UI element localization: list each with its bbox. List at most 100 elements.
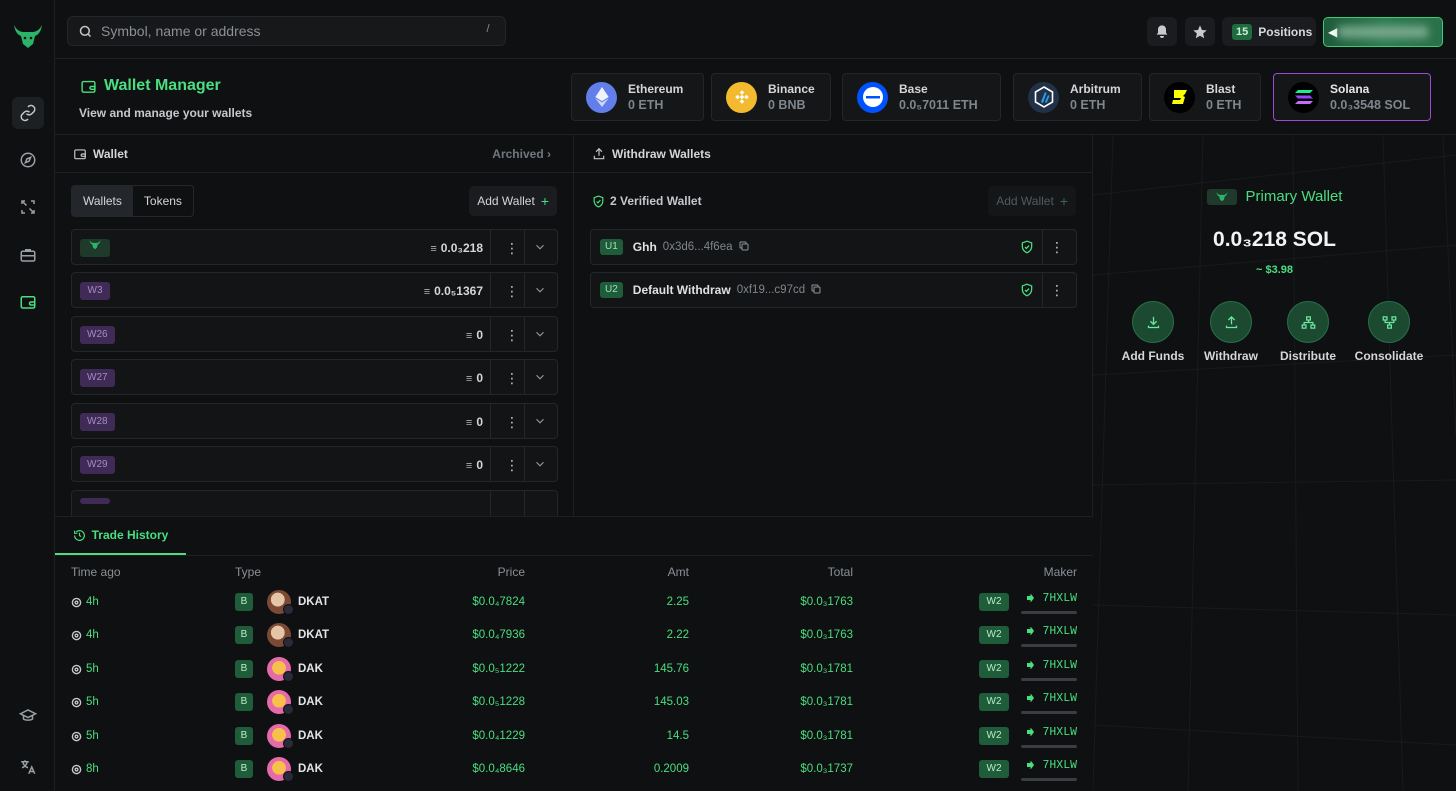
wallet-row[interactable]: ≡ 0.0₃218 ⋮ xyxy=(71,229,558,265)
more-menu-icon[interactable]: ⋮ xyxy=(505,240,519,257)
maker-address[interactable]: 7HXLW xyxy=(1021,625,1077,638)
sidebar-item-discover[interactable] xyxy=(12,144,44,176)
maker-wallet-badge: W2 xyxy=(979,626,1009,644)
chevron-down-icon[interactable] xyxy=(533,283,547,300)
favorites-button[interactable] xyxy=(1185,17,1215,46)
wallet-badge-primary xyxy=(80,239,110,257)
token-name[interactable]: DAK xyxy=(298,763,323,775)
wallet-row-partial[interactable] xyxy=(71,490,558,517)
page-subtitle: View and manage your wallets xyxy=(79,106,253,120)
copy-icon[interactable] xyxy=(738,240,750,255)
maker-address[interactable]: 7HXLW xyxy=(1021,759,1077,772)
trade-time: 5h xyxy=(71,663,99,675)
solana-icon xyxy=(1288,81,1319,113)
maker-address[interactable]: 7HXLW xyxy=(1021,726,1077,739)
table-row[interactable]: 5h B DAK $0.0₅1222 145.76 $0.0₃1781 W2 7… xyxy=(55,654,1093,688)
notifications-button[interactable] xyxy=(1147,17,1177,46)
divider xyxy=(524,230,525,264)
divider xyxy=(490,273,491,307)
more-menu-icon[interactable]: ⋮ xyxy=(1050,239,1064,256)
more-menu-icon[interactable]: ⋮ xyxy=(505,457,519,474)
table-row[interactable]: 5h B DAK $0.0₅1228 145.03 $0.0₃1781 W2 7… xyxy=(55,687,1093,721)
wallet-tabs: Wallets Tokens xyxy=(71,185,194,217)
chain-ethereum[interactable]: Ethereum 0 ETH xyxy=(571,73,704,121)
token-name[interactable]: DAK xyxy=(298,696,323,708)
chevron-down-icon[interactable] xyxy=(533,370,547,387)
wallet-row[interactable]: W28 ≡ 0 ⋮ xyxy=(71,403,558,439)
base-icon xyxy=(857,81,888,113)
table-row[interactable]: 4h B DKAT $0.0₄7936 2.22 $0.0₃1763 W2 7H… xyxy=(55,620,1093,654)
table-row[interactable]: 4h B DKAT $0.0₄7824 2.25 $0.0₃1763 W2 7H… xyxy=(55,587,1093,621)
wallet-row[interactable]: W27 ≡ 0 ⋮ xyxy=(71,359,558,395)
add-wallet-button[interactable]: Add Wallet + xyxy=(469,186,557,216)
maker-bar xyxy=(1021,611,1077,614)
distribute-button[interactable]: Distribute xyxy=(1266,301,1350,363)
clock-at-icon xyxy=(71,764,82,774)
chevron-down-icon[interactable] xyxy=(533,327,547,344)
copy-icon[interactable] xyxy=(810,283,822,298)
add-withdraw-wallet-button[interactable]: Add Wallet + xyxy=(988,186,1076,216)
table-row[interactable]: 5h B DAK $0.0₄1229 14.5 $0.0₃1781 W2 7HX… xyxy=(55,721,1093,755)
consolidate-button[interactable]: Consolidate xyxy=(1347,301,1431,363)
maker-address[interactable]: 7HXLW xyxy=(1021,692,1077,705)
search-box[interactable]: / xyxy=(67,16,506,46)
maker-address[interactable]: 7HXLW xyxy=(1021,659,1077,672)
trade-price: $0.0₄7936 xyxy=(472,629,525,641)
withdraw-wallet-row[interactable]: U2 Default Withdraw 0xf19...c97cd ⋮ xyxy=(590,272,1077,308)
sidebar-item-portfolio[interactable] xyxy=(12,239,44,271)
positions-button[interactable]: 15 Positions xyxy=(1222,17,1316,46)
sidebar-item-language[interactable] xyxy=(12,751,44,783)
trade-type-badge: B xyxy=(235,760,253,778)
trade-price: $0.0₅1228 xyxy=(472,696,525,708)
sidebar-item-wallet[interactable] xyxy=(12,286,44,318)
withdraw-panel-header: Withdraw Wallets xyxy=(574,135,1092,173)
sidebar-item-learn[interactable] xyxy=(12,700,44,732)
column-header-type: Type xyxy=(235,565,262,579)
graduation-cap-icon xyxy=(19,709,37,721)
more-menu-icon[interactable]: ⋮ xyxy=(505,283,519,300)
chain-binance[interactable]: Binance 0 BNB xyxy=(711,73,831,121)
chain-solana[interactable]: Solana 0.0₃3548 SOL xyxy=(1273,73,1431,121)
solana-badge-icon xyxy=(283,704,294,715)
wallet-row[interactable]: W29 ≡ 0 ⋮ xyxy=(71,446,558,482)
search-input[interactable] xyxy=(101,23,461,39)
sidebar-item-links[interactable] xyxy=(12,97,44,129)
divider xyxy=(490,360,491,394)
wallet-row[interactable]: W26 ≡ 0 ⋮ xyxy=(71,316,558,352)
add-funds-button[interactable]: Add Funds xyxy=(1111,301,1195,363)
chevron-down-icon[interactable] xyxy=(533,240,547,257)
more-menu-icon[interactable]: ⋮ xyxy=(505,327,519,344)
trade-total: $0.0₃1781 xyxy=(800,663,853,675)
sidebar-item-swap[interactable] xyxy=(12,191,44,223)
wallet-manager-header: Wallet Manager View and manage your wall… xyxy=(55,59,1456,135)
more-menu-icon[interactable]: ⋮ xyxy=(505,414,519,431)
token-name[interactable]: DAK xyxy=(298,730,323,742)
chain-base[interactable]: Base 0.0₅7011 ETH xyxy=(842,73,1001,121)
account-button[interactable]: ◀ xyxy=(1323,17,1443,47)
chain-arbitrum[interactable]: Arbitrum 0 ETH xyxy=(1013,73,1142,121)
tab-wallets[interactable]: Wallets xyxy=(72,186,133,216)
history-icon xyxy=(73,529,85,541)
more-menu-icon[interactable]: ⋮ xyxy=(505,370,519,387)
wallet-panel-header: Wallet Archived › xyxy=(55,135,573,173)
divider xyxy=(490,491,491,517)
maker-address[interactable]: 7HXLW xyxy=(1021,592,1077,605)
divider xyxy=(490,404,491,438)
token-name[interactable]: DAK xyxy=(298,663,323,675)
chain-blast[interactable]: Blast 0 ETH xyxy=(1149,73,1261,121)
wallet-row[interactable]: W3 ≡ 0.0₅1367 ⋮ xyxy=(71,272,558,308)
token-name[interactable]: DKAT xyxy=(298,596,329,608)
archived-link[interactable]: Archived › xyxy=(492,147,551,161)
tab-trade-history[interactable]: Trade History xyxy=(55,517,186,555)
tab-tokens[interactable]: Tokens xyxy=(133,186,193,216)
trade-total: $0.0₃1781 xyxy=(800,730,853,742)
withdraw-wallet-row[interactable]: U1 Ghh 0x3d6...4f6ea ⋮ xyxy=(590,229,1077,265)
chevron-down-icon[interactable] xyxy=(533,414,547,431)
chevron-down-icon[interactable] xyxy=(533,457,547,474)
bull-logo-icon[interactable] xyxy=(12,22,44,50)
table-row[interactable]: 8h B DAK $0.0₄8646 0.2009 $0.0₃1737 W2 7… xyxy=(55,754,1093,788)
withdraw-button[interactable]: Withdraw xyxy=(1189,301,1273,363)
more-menu-icon[interactable]: ⋮ xyxy=(1050,282,1064,299)
arrow-right-icon xyxy=(1027,728,1035,735)
token-name[interactable]: DKAT xyxy=(298,629,329,641)
